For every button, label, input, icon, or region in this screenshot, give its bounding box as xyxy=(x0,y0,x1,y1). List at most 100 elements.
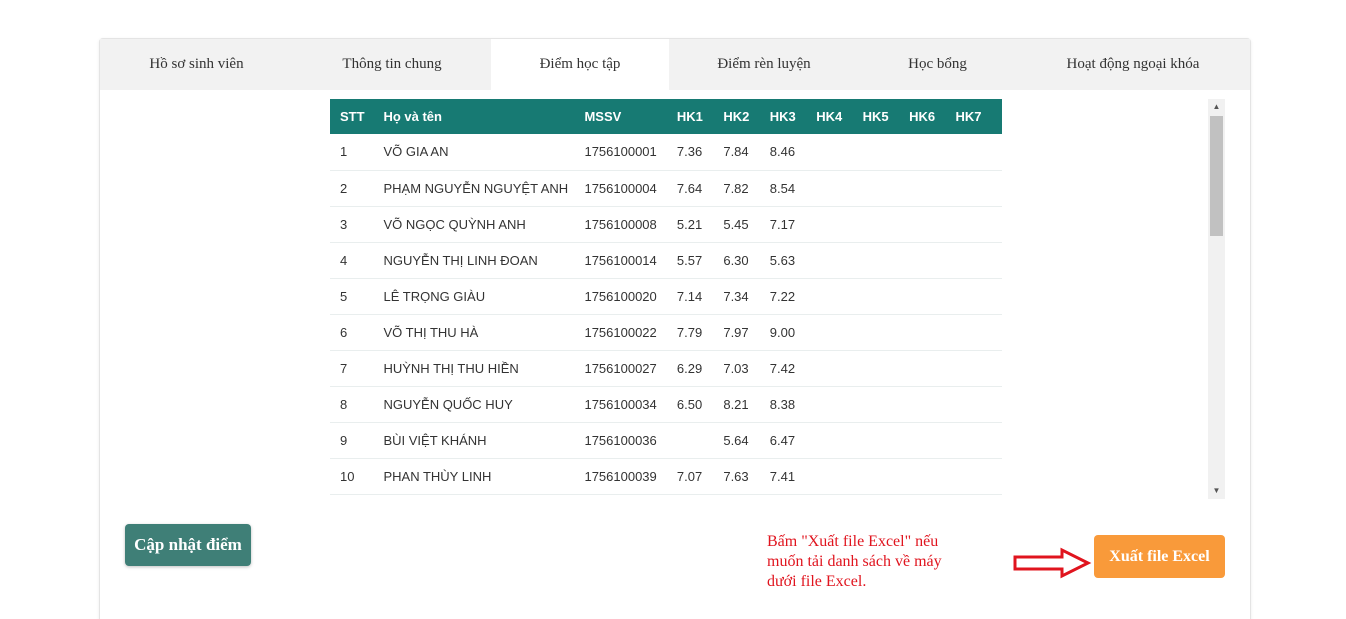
cell-mssv: 1756100036 xyxy=(584,422,677,459)
cell-hk1: 6.29 xyxy=(676,350,724,387)
cell-hk3: 5.63 xyxy=(769,242,817,279)
cell-mssv: 1756100004 xyxy=(584,170,677,207)
cell-hk2: 8.21 xyxy=(723,386,770,423)
column-header-hk4: HK4 xyxy=(816,109,843,124)
export-instruction-note: Bấm "Xuất file Excel" nếu muốn tải danh … xyxy=(767,532,987,592)
cell-hk4 xyxy=(816,170,863,207)
cell-hk4 xyxy=(816,206,863,243)
table-row: 4 NGUYỄN THỊ LINH ĐOAN 1756100014 5.57 6.30 5… xyxy=(330,242,1002,279)
cell-mssv: 1756100014 xyxy=(584,242,677,279)
cell-hk6 xyxy=(909,134,956,171)
cell-hk6 xyxy=(909,206,956,243)
table-row: 2 PHẠM NGUYỄN NGUYỆT ANH 1756100004 7.64 7.8… xyxy=(330,170,1002,207)
cell-stt: 6 xyxy=(330,314,384,351)
column-header-stt: STT xyxy=(340,109,365,124)
table-header-row: STT Họ và tên MSSV HK1 HK2 HK3 HK4 HK5 HK6 HK7 xyxy=(330,99,1002,134)
cell-hk1: 6.50 xyxy=(676,386,724,423)
cell-hk2: 7.84 xyxy=(723,134,770,171)
cell-mssv: 1756100022 xyxy=(584,314,677,351)
cell-hk7 xyxy=(955,458,1002,495)
cell-hk3: 8.38 xyxy=(769,386,817,423)
cell-hk5 xyxy=(862,134,910,171)
cell-hk2: 7.97 xyxy=(723,314,770,351)
update-grades-button[interactable]: Cập nhật điểm xyxy=(125,524,251,566)
table-row: 6 VÕ THỊ THU HÀ 1756100022 7.79 7.97 9.00 xyxy=(330,314,1002,351)
cell-hk1 xyxy=(676,422,724,459)
cell-hk6 xyxy=(909,242,956,279)
table-row: 7 HUỲNH THỊ THU HIỀN 1756100027 6.29 7.03 7.4… xyxy=(330,350,1002,387)
cell-stt: 1 xyxy=(330,134,384,171)
table-body: 1 VÕ GIA AN 1756100001 7.36 7.84 8.46 2 PHẠM NG… xyxy=(330,134,1002,495)
vertical-scrollbar[interactable]: ▲ ▼ xyxy=(1208,99,1225,499)
cell-hk1: 7.79 xyxy=(676,314,724,351)
column-header-hk2: HK2 xyxy=(723,109,750,124)
cell-hk4 xyxy=(816,278,863,315)
cell-hk1: 7.64 xyxy=(676,170,724,207)
scroll-up-icon[interactable]: ▲ xyxy=(1208,99,1225,115)
cell-stt: 3 xyxy=(330,206,384,243)
cell-hk6 xyxy=(909,314,956,351)
cell-hk5 xyxy=(862,458,910,495)
cell-hk6 xyxy=(909,278,956,315)
column-header-hk6: HK6 xyxy=(909,109,936,124)
cell-mssv: 1756100039 xyxy=(584,458,677,495)
cell-stt: 9 xyxy=(330,422,384,459)
cell-name: PHẠM NGUYỄN NGUYỆT ANH xyxy=(383,170,585,207)
grades-table-container[interactable]: STT Họ và tên MSSV HK1 HK2 HK3 HK4 HK5 HK6 HK7 1V… xyxy=(330,99,1003,499)
export-excel-button[interactable]: Xuất file Excel xyxy=(1094,535,1225,578)
cell-hk5 xyxy=(862,422,910,459)
tab-thong-tin-chung[interactable]: Thông tin chung xyxy=(293,39,491,90)
cell-name: VÕ GIA AN xyxy=(383,134,585,171)
column-header-name: Họ và tên xyxy=(383,109,442,124)
cell-stt: 10 xyxy=(330,458,384,495)
cell-stt: 2 xyxy=(330,170,384,207)
scroll-down-icon[interactable]: ▼ xyxy=(1208,483,1225,499)
tab-hoc-bong[interactable]: Học bổng xyxy=(859,39,1016,90)
scroll-thumb[interactable] xyxy=(1210,116,1223,236)
cell-hk4 xyxy=(816,314,863,351)
tab-ho-so-sinh-vien[interactable]: Hồ sơ sinh viên xyxy=(100,39,293,90)
column-header-hk3: HK3 xyxy=(769,109,796,124)
cell-hk3: 7.22 xyxy=(769,278,817,315)
table-row: 9 BÙI VIỆT KHÁNH 1756100036 5.64 6.47 xyxy=(330,422,1002,459)
cell-hk3: 8.54 xyxy=(769,170,817,207)
cell-hk5 xyxy=(862,170,910,207)
cell-hk7 xyxy=(955,242,1002,279)
cell-hk6 xyxy=(909,422,956,459)
cell-name: NGUYỄN QUỐC HUY xyxy=(383,386,585,423)
tab-hoat-dong-ngoai-khoa[interactable]: Hoạt động ngoại khóa xyxy=(1016,39,1250,90)
cell-mssv: 1756100008 xyxy=(584,206,677,243)
cell-hk5 xyxy=(862,242,910,279)
cell-hk2: 5.45 xyxy=(723,206,770,243)
tab-diem-ren-luyen[interactable]: Điểm rèn luyện xyxy=(669,39,859,90)
cell-stt: 8 xyxy=(330,386,384,423)
column-header-hk5: HK5 xyxy=(862,109,889,124)
cell-hk2: 7.63 xyxy=(723,458,770,495)
grades-table: STT Họ và tên MSSV HK1 HK2 HK3 HK4 HK5 HK6 HK7 1V… xyxy=(330,99,1002,495)
column-header-hk1: HK1 xyxy=(676,109,703,124)
cell-name: VÕ THỊ THU HÀ xyxy=(383,314,585,351)
cell-hk4 xyxy=(816,242,863,279)
cell-hk6 xyxy=(909,386,956,423)
cell-stt: 4 xyxy=(330,242,384,279)
cell-name: NGUYỄN THỊ LINH ĐOAN xyxy=(383,242,585,279)
cell-hk2: 6.30 xyxy=(723,242,770,279)
cell-hk2: 7.34 xyxy=(723,278,770,315)
cell-hk5 xyxy=(862,350,910,387)
column-header-mssv: MSSV xyxy=(584,109,622,124)
cell-hk1: 7.36 xyxy=(676,134,724,171)
cell-mssv: 1756100020 xyxy=(584,278,677,315)
cell-hk2: 7.03 xyxy=(723,350,770,387)
table-row: 10 PHAN THÙY LINH 1756100039 7.07 7.63 7.41 xyxy=(330,458,1002,495)
cell-mssv: 1756100034 xyxy=(584,386,677,423)
note-line-1: Bấm "Xuất file Excel" nếu xyxy=(767,533,939,550)
cell-hk7 xyxy=(955,206,1002,243)
cell-hk5 xyxy=(862,206,910,243)
cell-name: PHAN THÙY LINH xyxy=(383,458,585,495)
cell-hk4 xyxy=(816,134,863,171)
cell-hk6 xyxy=(909,170,956,207)
tab-diem-hoc-tap[interactable]: Điểm học tập xyxy=(491,39,669,90)
cell-mssv: 1756100001 xyxy=(584,134,677,171)
cell-hk5 xyxy=(862,386,910,423)
cell-hk7 xyxy=(955,386,1002,423)
